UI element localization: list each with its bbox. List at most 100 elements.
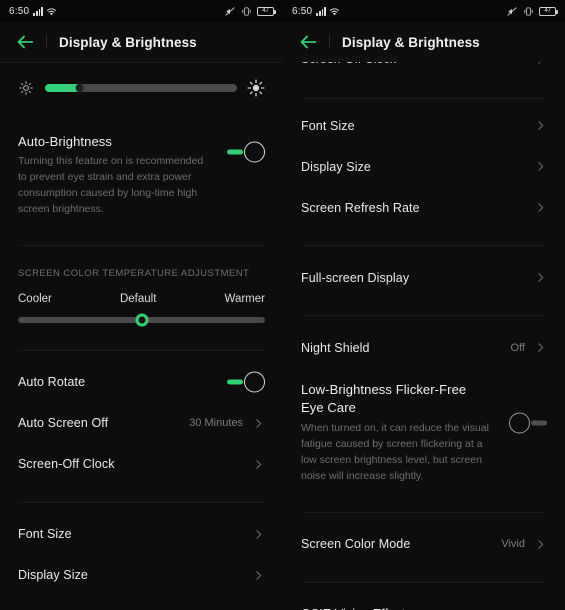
divider [301, 245, 547, 246]
row-display-size[interactable]: Display Size [301, 146, 547, 187]
auto-brightness-description: Turning this feature on is recommended t… [18, 155, 204, 215]
auto-brightness-toggle[interactable] [227, 140, 265, 164]
row-flicker-free-eye-care[interactable]: Low-Brightness Flicker-Free Eye Care Whe… [301, 373, 547, 495]
divider [18, 244, 265, 246]
right-settings-list: Font Size Display Size Screen Refresh Ra… [283, 22, 565, 610]
divider [301, 98, 547, 99]
vibrate-icon [524, 6, 533, 16]
auto-rotate-toggle[interactable] [227, 370, 265, 394]
row-value: Vivid [501, 538, 525, 551]
app-bar: Display & Brightness [283, 22, 565, 62]
row-label: Display Size [18, 568, 88, 583]
flicker-free-text: Low-Brightness Flicker-Free Eye Care Whe… [301, 381, 509, 485]
row-screen-color-mode[interactable]: Screen Color Mode Vivid [301, 524, 547, 565]
divider [18, 349, 265, 351]
app-bar: Display & Brightness [0, 22, 283, 62]
row-full-screen-display[interactable]: Full-screen Display [301, 257, 547, 298]
left-settings-list: Auto-Brightness Turning this feature on … [0, 63, 283, 610]
row-label: Font Size [18, 527, 72, 542]
flicker-free-description: When turned on, it can reduce the visual… [301, 422, 489, 482]
row-label: Full-screen Display [301, 270, 410, 285]
row-label: Auto Rotate [18, 375, 86, 390]
flicker-free-toggle[interactable] [509, 411, 547, 435]
color-temperature-label-default: Default [119, 292, 157, 305]
color-temperature-label-cooler: Cooler [18, 292, 52, 305]
row-screen-refresh-rate[interactable]: Screen Refresh Rate [18, 596, 265, 610]
status-bar-right-icons: 47 [224, 6, 276, 17]
row-auto-rotate[interactable]: Auto Rotate [18, 362, 265, 403]
back-arrow-icon[interactable] [297, 31, 319, 53]
auto-brightness-text: Auto-Brightness Turning this feature on … [18, 134, 227, 218]
color-temperature-caption: SCREEN COLOR TEMPERATURE ADJUSTMENT [18, 267, 250, 279]
row-night-shield[interactable]: Night Shield Off [301, 327, 547, 368]
row-label: Screen Color Mode [301, 537, 411, 552]
brightness-slider-thumb[interactable] [75, 84, 84, 92]
status-bar: 6:50 47 [283, 0, 565, 22]
app-bar-separator [46, 35, 47, 49]
divider [301, 511, 547, 513]
sun-low-icon [18, 80, 34, 96]
status-bar-time: 6:50 [9, 5, 30, 17]
divider [18, 501, 265, 503]
chevron-right-icon [252, 417, 265, 430]
chevron-right-icon [534, 341, 547, 354]
chevron-right-icon [534, 160, 547, 173]
row-label: Screen-Off Clock [18, 457, 115, 472]
app-bar-separator [329, 35, 330, 49]
signal-bars-icon [316, 6, 327, 16]
row-value: Off [510, 341, 525, 354]
row-value: 30 Minutes [189, 417, 243, 430]
mute-icon [225, 6, 235, 16]
row-font-size[interactable]: Font Size [301, 105, 547, 146]
wifi-icon [46, 7, 57, 15]
left-screenshot-panel: 6:50 47 Display & Brightness Auto-Bright… [0, 0, 283, 610]
color-temperature-label-warmer: Warmer [224, 292, 265, 305]
row-font-size[interactable]: Font Size [18, 514, 265, 555]
status-bar-time: 6:50 [292, 5, 313, 17]
chevron-right-icon [252, 458, 265, 471]
status-bar-left-icons [316, 6, 340, 16]
back-arrow-icon[interactable] [14, 31, 36, 53]
row-label: Auto Screen Off [18, 416, 109, 431]
battery-icon: 47 [539, 6, 558, 16]
brightness-slider-row[interactable] [18, 68, 265, 108]
page-title: Display & Brightness [59, 34, 197, 50]
row-screen-off-clock[interactable]: Screen-Off Clock [18, 444, 265, 485]
battery-level-text: 47 [544, 8, 551, 14]
chevron-right-icon [534, 538, 547, 551]
status-bar-left-icons [33, 6, 57, 16]
row-osie-vision-effect[interactable]: OSIE Vision Effect [301, 594, 547, 610]
brightness-slider[interactable] [45, 84, 237, 92]
chevron-right-icon [252, 528, 265, 541]
row-screen-refresh-rate[interactable]: Screen Refresh Rate [301, 187, 547, 228]
right-screenshot-panel: 6:50 47 Display & Brightness Font Size D… [283, 0, 565, 610]
row-auto-screen-off[interactable]: Auto Screen Off 30 Minutes [18, 403, 265, 444]
chevron-right-icon [534, 271, 547, 284]
flicker-free-title: Low-Brightness Flicker-Free Eye Care [301, 382, 467, 415]
color-temperature-slider[interactable] [18, 313, 265, 327]
auto-brightness-row[interactable]: Auto-Brightness Turning this feature on … [18, 126, 265, 228]
auto-brightness-title: Auto-Brightness [18, 134, 112, 149]
chevron-right-icon [252, 569, 265, 582]
row-label: Display Size [301, 159, 371, 174]
status-bar-right-icons: 47 [506, 6, 558, 17]
wifi-icon [329, 7, 340, 15]
page-title: Display & Brightness [342, 34, 480, 50]
dual-screenshot-container: 6:50 47 Display & Brightness Auto-Bright… [0, 0, 565, 610]
row-label: Font Size [301, 118, 355, 133]
color-temperature-slider-thumb[interactable] [135, 313, 148, 327]
sun-high-icon [247, 79, 265, 97]
row-label: Night Shield [301, 340, 370, 355]
divider [301, 581, 547, 583]
mute-icon [507, 6, 517, 16]
divider [301, 315, 547, 316]
row-display-size[interactable]: Display Size [18, 555, 265, 596]
chevron-right-icon [534, 201, 547, 214]
battery-icon: 47 [257, 6, 276, 16]
